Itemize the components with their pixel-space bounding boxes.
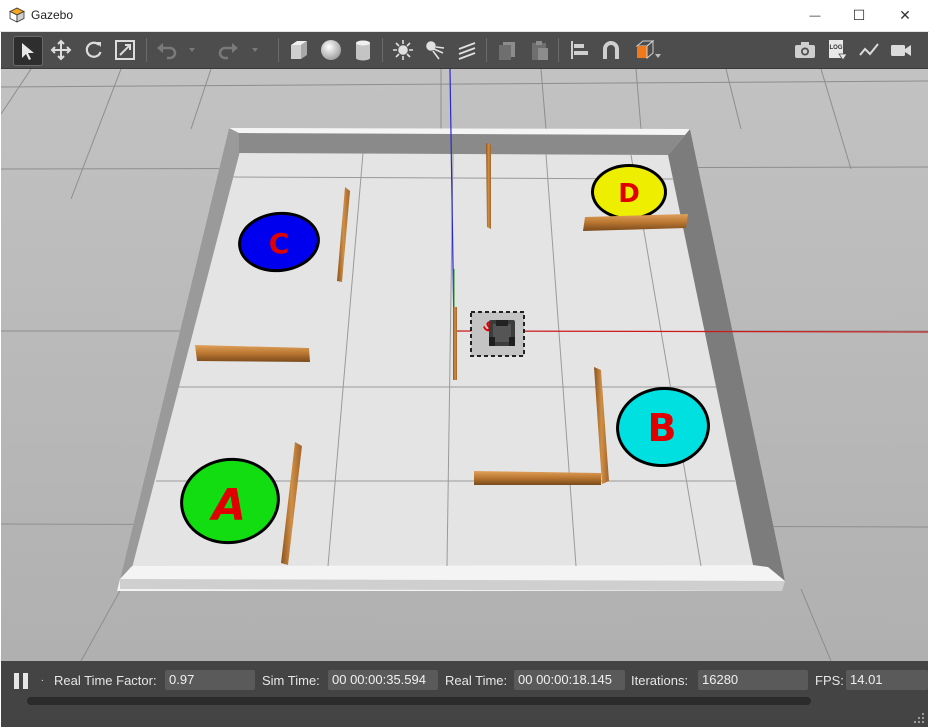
log-button[interactable]: LOG xyxy=(823,36,851,64)
box-shape-icon xyxy=(291,41,307,59)
scene-canvas[interactable]: A B C D xyxy=(1,69,928,661)
point-light-icon xyxy=(393,40,413,60)
spot-light-icon xyxy=(426,41,445,60)
plot-line-icon xyxy=(859,43,879,56)
svg-text:LOG: LOG xyxy=(830,45,843,51)
paste-icon xyxy=(532,41,548,60)
move-arrows-icon xyxy=(50,39,72,61)
video-camera-icon xyxy=(891,45,911,56)
step-dot: . xyxy=(41,673,44,684)
close-button[interactable]: ✕ xyxy=(882,0,928,31)
wood-wall-center-bottom[interactable] xyxy=(474,471,601,485)
insert-cylinder-button[interactable] xyxy=(349,36,377,64)
status-bar: . Real Time Factor: 0.97 Sim Time: 00 00… xyxy=(1,661,928,727)
point-light-button[interactable] xyxy=(389,36,417,64)
insert-sphere-button[interactable] xyxy=(317,36,345,64)
sim-time-label: Sim Time: xyxy=(262,673,320,688)
goal-label-a: A xyxy=(209,480,246,531)
resize-grip-icon[interactable] xyxy=(912,711,926,725)
maximize-icon: ☐ xyxy=(852,7,866,23)
chevron-down-icon xyxy=(189,48,195,52)
redo-history-dropdown[interactable] xyxy=(247,36,263,64)
iterations-label: Iterations: xyxy=(631,673,689,688)
camera-icon xyxy=(795,42,815,58)
spot-light-button[interactable] xyxy=(421,36,449,64)
wood-wall-center-post[interactable] xyxy=(453,307,457,380)
window-title: Gazebo xyxy=(31,8,74,22)
align-icon xyxy=(571,41,588,59)
real-time-label: Real Time: xyxy=(445,673,508,688)
goal-label-c: C xyxy=(269,227,290,260)
scale-mode-button[interactable] xyxy=(111,36,139,64)
rotate-icon xyxy=(85,41,102,58)
minimize-button[interactable]: — xyxy=(792,0,838,31)
goal-label-b: B xyxy=(648,406,677,450)
view-cube-icon xyxy=(635,39,661,60)
align-button[interactable] xyxy=(565,36,593,64)
title-bar: Gazebo — ☐ ✕ xyxy=(0,0,929,32)
goal-zone-d[interactable]: D xyxy=(591,164,667,220)
toolbar-separator xyxy=(558,38,559,62)
directional-light-button[interactable] xyxy=(453,36,481,64)
robot-model[interactable] xyxy=(489,320,515,346)
arena-wall-inner-top xyxy=(239,133,685,155)
real-time-factor-value: 0.97 xyxy=(165,670,255,690)
gazebo-logo-icon xyxy=(9,7,25,23)
record-video-button[interactable] xyxy=(887,36,915,64)
view-angle-dropdown[interactable] xyxy=(631,36,665,64)
paste-button[interactable] xyxy=(525,36,553,64)
toolbar: LOG xyxy=(1,32,928,69)
redo-button[interactable] xyxy=(215,36,243,64)
copy-button[interactable] xyxy=(493,36,521,64)
pause-icon[interactable] xyxy=(12,671,30,691)
iterations-value: 16280 xyxy=(698,670,808,690)
log-file-icon: LOG xyxy=(829,40,848,61)
directional-light-icon xyxy=(458,42,476,60)
rotate-mode-button[interactable] xyxy=(79,36,107,64)
horizontal-scrollbar[interactable] xyxy=(27,697,811,705)
toolbar-separator xyxy=(382,38,383,62)
fps-value: 14.01 xyxy=(846,670,928,690)
copy-icon xyxy=(499,42,515,60)
toolbar-separator xyxy=(146,38,147,62)
sim-time-value: 00 00:00:35.594 xyxy=(328,670,438,690)
select-mode-button[interactable] xyxy=(13,36,43,66)
magnet-icon xyxy=(603,41,619,59)
toolbar-separator xyxy=(486,38,487,62)
sphere-shape-icon xyxy=(321,40,341,60)
close-icon: ✕ xyxy=(899,7,911,23)
minimize-icon: — xyxy=(809,9,821,22)
start-tile[interactable]: ST xyxy=(470,311,525,357)
screenshot-button[interactable] xyxy=(791,36,819,64)
insert-box-button[interactable] xyxy=(285,36,313,64)
undo-icon xyxy=(157,43,177,60)
undo-button[interactable] xyxy=(152,36,180,64)
scale-icon xyxy=(115,40,135,60)
plot-button[interactable] xyxy=(855,36,883,64)
translate-mode-button[interactable] xyxy=(47,36,75,64)
arrow-cursor-icon xyxy=(22,43,34,60)
goal-label-d: D xyxy=(618,179,640,209)
snap-button[interactable] xyxy=(597,36,625,64)
undo-history-dropdown[interactable] xyxy=(184,36,200,64)
real-time-value: 00 00:00:18.145 xyxy=(514,670,625,690)
maximize-button[interactable]: ☐ xyxy=(836,0,882,31)
real-time-factor-label: Real Time Factor: xyxy=(54,673,157,688)
scene-viewport[interactable]: A B C D xyxy=(1,69,928,661)
redo-icon xyxy=(218,43,238,60)
arena-wall-bottom-face xyxy=(120,579,785,591)
cylinder-shape-icon xyxy=(356,40,370,61)
chevron-down-icon xyxy=(252,48,258,52)
toolbar-separator xyxy=(278,38,279,62)
fps-label: FPS: xyxy=(815,673,844,688)
